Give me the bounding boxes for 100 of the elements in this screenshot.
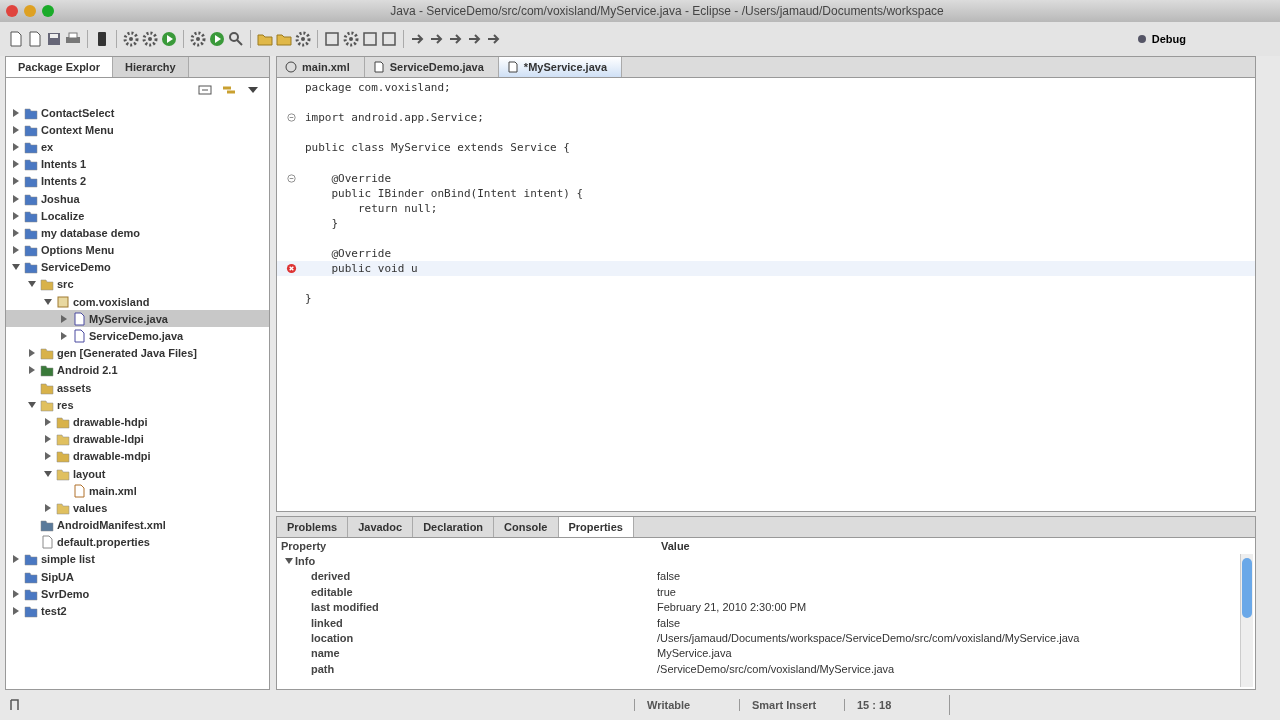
tree-item[interactable]: Intents 1 xyxy=(6,155,269,173)
property-name: derived xyxy=(310,570,352,583)
tree-item[interactable]: Joshua xyxy=(6,189,269,208)
folder-icon xyxy=(24,552,38,567)
property-name: path xyxy=(310,662,336,675)
property-value: false xyxy=(657,570,681,583)
tree-item[interactable]: com.voxisland xyxy=(6,293,269,311)
tree-item[interactable]: drawable-mdpi xyxy=(6,447,269,465)
code-line: public void u xyxy=(330,262,418,276)
save-icon[interactable] xyxy=(46,31,62,47)
tree-item[interactable]: AndroidManifest.xml xyxy=(6,516,269,534)
folder-icon xyxy=(40,380,54,395)
tree-item[interactable]: SvrDemo xyxy=(6,585,269,603)
tree-item[interactable]: default.properties xyxy=(6,533,269,551)
collapsed-arrow-icon[interactable] xyxy=(12,555,20,564)
tree-item[interactable]: drawable-ldpi xyxy=(6,430,269,448)
debug-perspective-button[interactable]: Debug xyxy=(1129,32,1192,46)
property-value: /Users/jamaud/Documents/workspace/ServiceDemo/src/com/voxisland/MyService.java xyxy=(657,632,1080,645)
folder-icon xyxy=(24,225,38,240)
status-field: Smart Insert xyxy=(739,699,844,711)
file-icon xyxy=(72,483,86,498)
tree-item[interactable]: Localize xyxy=(6,207,269,225)
tree-item[interactable]: test2 xyxy=(6,602,269,620)
folder-icon xyxy=(24,174,38,189)
scrollbar[interactable] xyxy=(1240,554,1253,687)
tree-item[interactable]: simple list xyxy=(6,550,269,569)
tree-item[interactable]: Intents 2 xyxy=(6,172,269,190)
expanded-arrow-icon[interactable] xyxy=(28,400,36,409)
expanded-arrow-icon xyxy=(285,557,293,566)
property-name: editable xyxy=(310,585,354,598)
tree-item[interactable]: assets xyxy=(6,379,269,397)
java-file-icon xyxy=(506,61,519,73)
document-icon[interactable] xyxy=(8,31,24,47)
tree-item[interactable]: drawable-hdpi xyxy=(6,413,269,431)
folder-icon xyxy=(24,191,38,206)
property-value: MyService.java xyxy=(657,647,732,660)
tree-item[interactable]: MyService.java xyxy=(6,310,269,328)
folder-icon xyxy=(24,260,38,275)
column-header: Value xyxy=(661,539,690,552)
close-icon[interactable] xyxy=(6,5,18,17)
fold-icon[interactable] xyxy=(285,112,297,124)
folder-icon xyxy=(56,449,70,464)
run-icon[interactable] xyxy=(209,31,225,47)
tree-item[interactable]: res xyxy=(6,396,269,414)
square-icon[interactable] xyxy=(362,31,378,47)
code-line: public IBinder onBind(Intent intent) { xyxy=(330,186,584,200)
code-line: @Override xyxy=(330,247,392,261)
fold-icon[interactable] xyxy=(285,172,297,184)
square-icon[interactable] xyxy=(381,31,397,47)
column-header: Property xyxy=(280,539,328,552)
square-icon[interactable] xyxy=(324,31,340,47)
tree-item[interactable]: my database demo xyxy=(6,224,269,242)
tree-item[interactable]: src xyxy=(6,275,269,294)
tree-item[interactable]: layout xyxy=(6,464,269,483)
file-icon xyxy=(40,535,54,550)
tree-item[interactable]: ServiceDemo xyxy=(6,258,269,276)
search-icon[interactable] xyxy=(228,31,244,47)
tree-item[interactable]: values xyxy=(6,499,269,517)
view-tab[interactable]: Hierarchy xyxy=(112,57,189,77)
folder-icon xyxy=(24,604,38,619)
folder-icon xyxy=(56,432,70,447)
tree-item[interactable]: Options Menu xyxy=(6,241,269,259)
run-icon[interactable] xyxy=(161,31,177,47)
property-name: linked xyxy=(310,616,344,629)
property-group[interactable]: Info xyxy=(277,553,1237,569)
view-tab[interactable]: Package Explor xyxy=(6,57,113,77)
folder-icon xyxy=(40,363,54,378)
editor-tab[interactable]: *MyService.java xyxy=(498,57,623,77)
folder-icon xyxy=(56,500,70,515)
collapsed-arrow-icon[interactable] xyxy=(44,503,52,512)
status-field: Writable xyxy=(634,699,739,711)
tree-item[interactable]: ContactSelect xyxy=(6,104,269,122)
tree-item[interactable]: Android 2.1 xyxy=(6,361,269,379)
file-icon xyxy=(72,329,86,344)
property-value: false xyxy=(657,616,681,629)
gear-icon[interactable] xyxy=(123,31,139,47)
status-field: 15 : 18 xyxy=(844,699,949,711)
code-line: } xyxy=(330,216,339,230)
gear-icon[interactable] xyxy=(295,31,311,47)
folder-icon xyxy=(24,243,38,258)
tree-item[interactable]: gen [Generated Java Files] xyxy=(6,344,269,362)
gear-icon[interactable] xyxy=(142,31,158,47)
property-value: true xyxy=(657,585,676,598)
property-name: location xyxy=(310,632,355,645)
file-icon xyxy=(72,311,86,326)
view-tab[interactable]: Properties xyxy=(558,517,634,537)
folder-icon xyxy=(24,569,38,584)
gear-icon[interactable] xyxy=(190,31,206,47)
tree-item[interactable]: SipUA xyxy=(6,568,269,586)
tree-item[interactable]: main.xml xyxy=(6,482,269,500)
folder-icon xyxy=(56,466,70,481)
tree-item[interactable]: Context Menu xyxy=(6,121,269,139)
expanded-arrow-icon[interactable] xyxy=(44,469,52,478)
property-name: last modified xyxy=(310,601,380,614)
folder-icon xyxy=(40,346,54,361)
tree-item[interactable]: ex xyxy=(6,138,269,156)
tree-item[interactable]: ServiceDemo.java xyxy=(6,327,269,345)
document-icon[interactable] xyxy=(27,31,43,47)
gear-icon[interactable] xyxy=(343,31,359,47)
folder-icon xyxy=(24,105,38,120)
